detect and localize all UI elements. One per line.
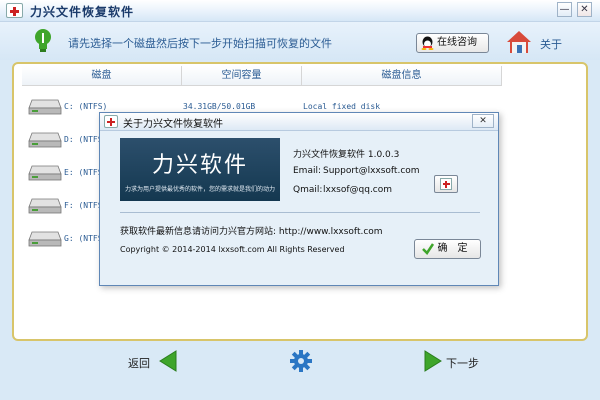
qmail-value[interactable]: lxxsof@qq.com [323,185,392,195]
app-logo-icon [6,3,23,18]
about-link[interactable]: 关于 [506,29,566,55]
minimize-button[interactable]: — [557,2,572,17]
window-title: 力兴文件恢复软件 [30,5,135,19]
hint-text: 请先选择一个磁盘然后按下一步开始扫描可恢复的文件 [68,37,332,50]
email-value[interactable]: Support@lxxsoft.com [323,166,420,176]
app-logo-icon [104,115,118,128]
disk-icon [28,132,62,148]
banner-title: 力兴软件 [151,153,248,178]
ok-button[interactable]: 确 定 [414,239,481,259]
gear-icon[interactable] [290,350,312,372]
drive-capacity: 34.31GB/50.01GB [183,102,256,111]
about-label: 关于 [540,38,562,51]
next-label[interactable]: 下一步 [446,355,479,371]
check-icon [422,243,435,255]
app-badge-icon [434,175,458,193]
copyright-text: Copyright © 2014-2014 lxxsoft.com All Ri… [120,245,345,254]
drive-info: Local fixed disk [303,102,381,111]
email-label: Email: [293,166,322,176]
column-header-info[interactable]: 磁盘信息 [302,66,502,86]
close-button[interactable]: ✕ [577,2,592,17]
drive-name: F: (NTFS [64,201,103,210]
dialog-close-button[interactable]: ✕ [472,114,494,128]
ok-label: 确 定 [437,243,468,254]
dialog-title-bar: 关于力兴文件恢复软件 ✕ [100,113,498,131]
banner-slogan: 力求为用户提供最优秀的软件，您的需求就是我们的动力 [124,186,275,193]
column-header-disk[interactable]: 磁盘 [22,66,182,86]
brand-banner: 力兴软件 力求为用户提供最优秀的软件，您的需求就是我们的动力 [120,138,280,201]
home-icon [507,31,531,53]
product-version: 力兴文件恢复软件 1.0.0.3 [293,150,400,160]
online-consult-label: 在线咨询 [437,37,477,48]
bulb-icon [35,29,51,52]
qq-icon [421,36,434,50]
disk-icon [28,198,62,214]
divider [120,212,480,213]
qmail-label: Qmail: [293,185,323,195]
disk-icon [28,231,62,247]
about-dialog: 关于力兴文件恢复软件 ✕ 力兴软件 力求为用户提供最优秀的软件，您的需求就是我们… [99,112,499,286]
hint-bar: 请先选择一个磁盘然后按下一步开始扫描可恢复的文件 在线咨询 关于 [0,22,600,60]
drive-row[interactable]: D: (NTFS [28,127,108,157]
back-label[interactable]: 返回 [128,355,150,371]
disk-icon [28,165,62,181]
column-header-capacity[interactable]: 空间容量 [182,66,302,86]
next-arrow-icon[interactable] [421,349,443,373]
drive-row[interactable]: E: (NTFS [28,160,108,190]
drive-name: C: (NTFS) [64,102,108,111]
drive-row[interactable]: F: (NTFS [28,193,108,223]
website-text[interactable]: 获取软件最新信息请访问力兴官方网站: http://www.lxxsoft.co… [120,224,383,237]
online-consult-button[interactable]: 在线咨询 [416,33,489,53]
disk-icon [28,99,62,115]
drive-row[interactable]: G: (NTFS [28,226,108,256]
drive-name: G: (NTFS [64,234,103,243]
dialog-title: 关于力兴文件恢复软件 [123,119,223,130]
title-bar: 力兴文件恢复软件 — ✕ [0,0,600,22]
back-arrow-icon[interactable] [158,349,180,373]
drive-name: D: (NTFS [64,135,103,144]
drive-name: E: (NTFS [64,168,103,177]
